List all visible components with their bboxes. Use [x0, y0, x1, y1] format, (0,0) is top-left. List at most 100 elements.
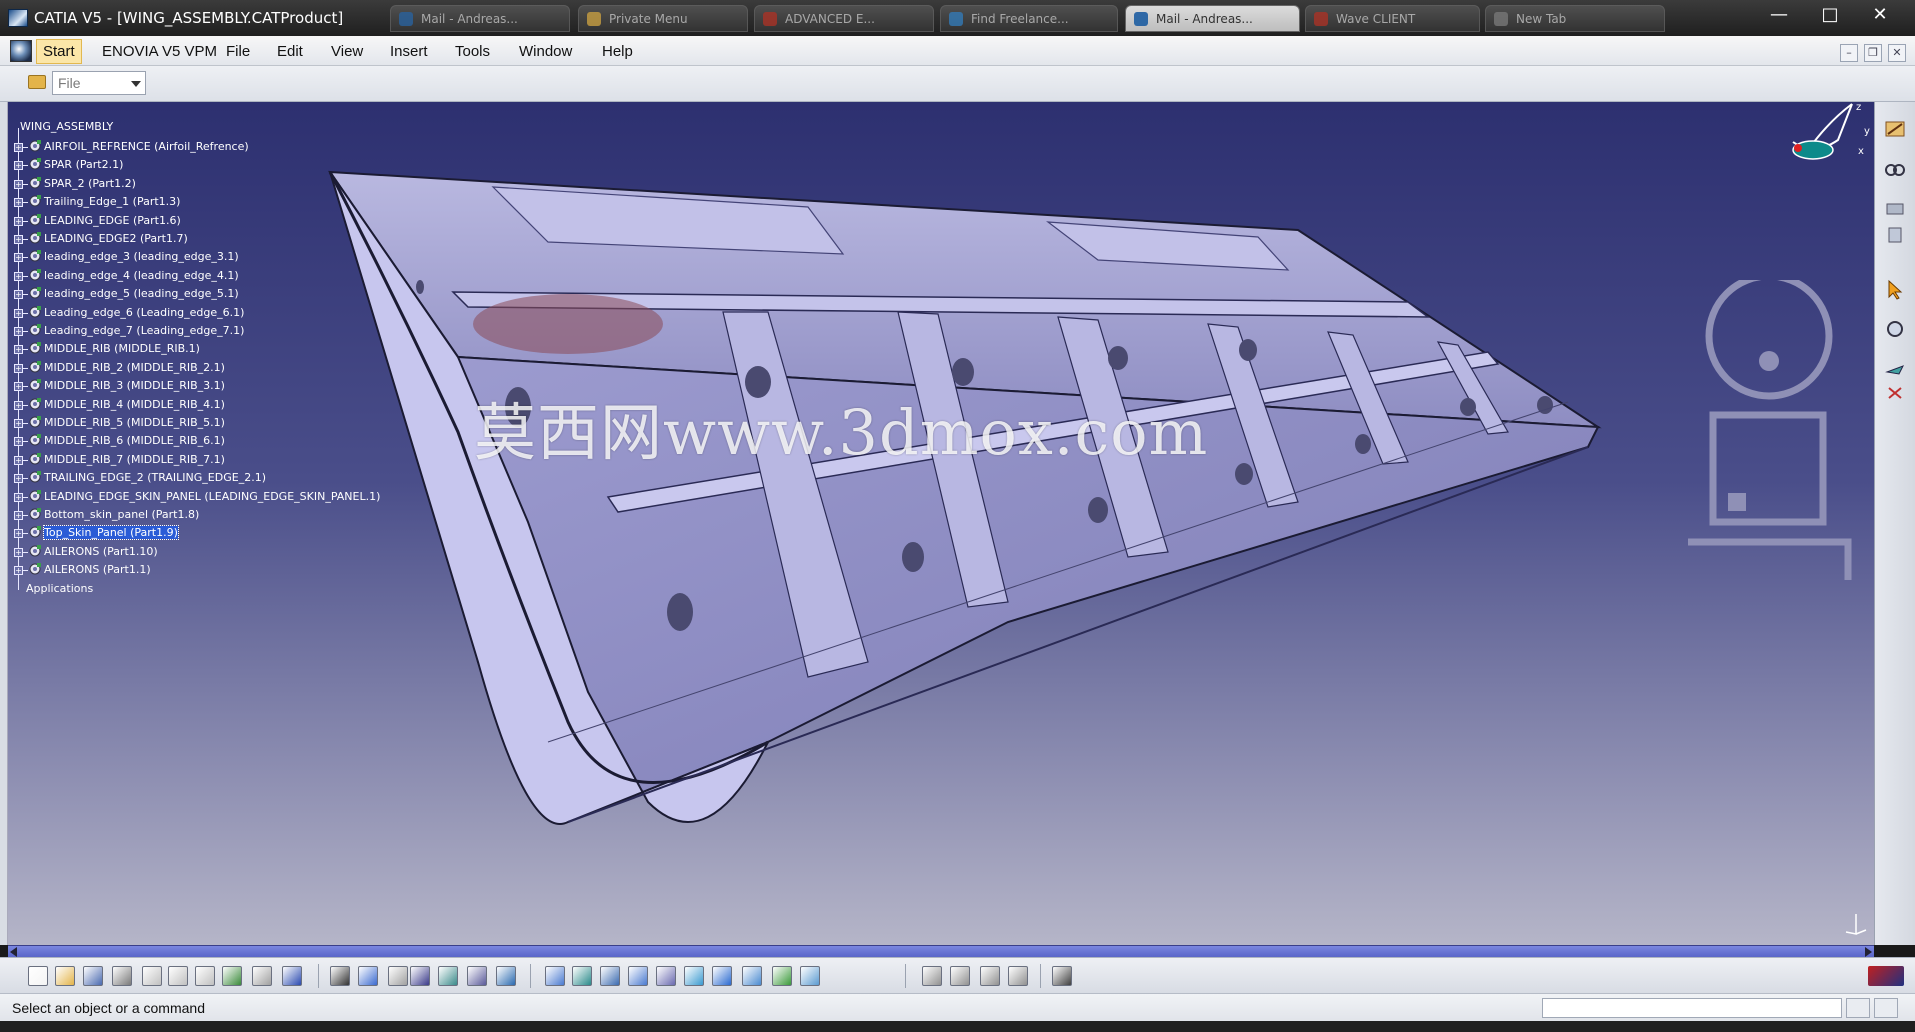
menu-tools[interactable]: Tools — [455, 43, 490, 60]
expand-plus-icon[interactable]: + — [14, 271, 23, 281]
rotate-dial-icon[interactable] — [1705, 280, 1833, 400]
paste-icon[interactable] — [195, 966, 215, 986]
background-tab[interactable]: Find Freelance... — [940, 5, 1118, 32]
bom-icon[interactable] — [496, 966, 516, 986]
table-icon[interactable] — [410, 966, 430, 986]
chevron-down-icon[interactable] — [131, 81, 141, 87]
compass-icon[interactable]: z y x — [1768, 102, 1874, 182]
fit-all-icon[interactable] — [545, 966, 565, 986]
hide-show-icon[interactable] — [772, 966, 792, 986]
close-button[interactable]: ✕ — [1858, 2, 1902, 30]
menu-help[interactable]: Help — [602, 43, 633, 60]
doc-minimize-button[interactable]: – — [1840, 44, 1858, 62]
whats-this-icon[interactable] — [282, 966, 302, 986]
rotate-dial-knob[interactable] — [1759, 351, 1779, 371]
power-input-field[interactable] — [1542, 998, 1842, 1018]
formula-icon[interactable] — [330, 966, 350, 986]
file-combo[interactable]: File — [52, 71, 146, 95]
constraint-b-icon[interactable] — [950, 966, 970, 986]
manipulate-icon[interactable] — [1883, 224, 1907, 246]
expand-plus-icon[interactable]: + — [14, 511, 23, 520]
expand-plus-icon[interactable]: + — [14, 566, 23, 576]
expand-plus-icon[interactable]: + — [14, 143, 23, 152]
menu-insert[interactable]: Insert — [390, 43, 428, 60]
status-button-left[interactable] — [1846, 998, 1870, 1018]
3d-viewport[interactable]: WING_ASSEMBLY + AIRFOIL_REFRENCE (Airfoil… — [8, 102, 1874, 945]
swap-space-icon[interactable] — [800, 966, 820, 986]
open-icon[interactable] — [55, 966, 75, 986]
scroll-left-arrow-icon[interactable] — [10, 947, 17, 957]
expand-plus-icon[interactable]: + — [14, 216, 23, 226]
iso-view-icon[interactable] — [712, 966, 732, 986]
rotate-icon[interactable] — [600, 966, 620, 986]
measure-icon[interactable] — [1883, 318, 1907, 340]
constraint-d-icon[interactable] — [1008, 966, 1028, 986]
expand-plus-icon[interactable]: + — [14, 308, 23, 318]
status-button-right[interactable] — [1874, 998, 1898, 1018]
expand-plus-icon[interactable]: + — [14, 437, 23, 447]
catalog-icon[interactable] — [467, 966, 487, 986]
tree-applications[interactable]: Applications — [26, 582, 93, 595]
select-pointer-icon[interactable] — [1883, 278, 1907, 300]
expand-plus-icon[interactable]: + — [14, 382, 23, 392]
zoom-out-icon[interactable] — [656, 966, 676, 986]
sketch-icon[interactable] — [1883, 118, 1907, 140]
tree-root-wing-assembly[interactable]: WING_ASSEMBLY — [20, 120, 113, 133]
fly-mode-icon[interactable] — [1883, 358, 1907, 380]
minimize-button[interactable]: — — [1757, 2, 1801, 30]
annotation-icon[interactable] — [358, 966, 378, 986]
background-tab[interactable]: Wave CLIENT — [1305, 5, 1480, 32]
expand-plus-icon[interactable]: + — [14, 327, 23, 336]
open-folder-icon[interactable] — [28, 75, 46, 89]
menu-file[interactable]: File — [226, 43, 250, 60]
expand-plus-icon[interactable]: + — [14, 529, 23, 539]
snap-icon[interactable] — [1883, 382, 1907, 404]
redo-icon[interactable] — [252, 966, 272, 986]
expand-plus-icon[interactable]: + — [14, 363, 23, 373]
expand-plus-icon[interactable]: + — [14, 161, 23, 171]
expand-plus-icon[interactable]: + — [14, 492, 23, 502]
background-tab[interactable]: Private Menu — [578, 5, 748, 32]
doc-restore-button[interactable]: ❐ — [1864, 44, 1882, 62]
capture-icon[interactable] — [1052, 966, 1072, 986]
maximize-button[interactable]: □ — [1808, 2, 1852, 30]
zoom-in-icon[interactable] — [628, 966, 648, 986]
expand-plus-icon[interactable]: + — [14, 474, 23, 484]
cut-icon[interactable] — [142, 966, 162, 986]
expand-plus-icon[interactable]: + — [14, 290, 23, 300]
wing-geometry[interactable] — [8, 102, 1874, 945]
horizontal-scrollbar[interactable] — [8, 945, 1874, 957]
menu-edit[interactable]: Edit — [277, 43, 303, 60]
scroll-right-arrow-icon[interactable] — [1865, 947, 1872, 957]
menu-view[interactable]: View — [331, 43, 363, 60]
constraint-a-icon[interactable] — [922, 966, 942, 986]
background-tab[interactable]: Mail - Andreas... — [390, 5, 570, 32]
print-icon[interactable] — [112, 966, 132, 986]
undo-icon[interactable] — [222, 966, 242, 986]
expand-plus-icon[interactable]: + — [14, 419, 23, 428]
expand-plus-icon[interactable]: + — [14, 455, 23, 465]
expand-plus-icon[interactable]: + — [14, 400, 23, 410]
menu-window[interactable]: Window — [519, 43, 572, 60]
assembly-tool-icon[interactable] — [1883, 198, 1907, 220]
background-tab[interactable]: New Tab — [1485, 5, 1665, 32]
menu-enovia[interactable]: ENOVIA V5 VPM — [102, 43, 217, 60]
normal-view-icon[interactable] — [684, 966, 704, 986]
expand-plus-icon[interactable]: + — [14, 235, 23, 244]
background-tab[interactable]: Mail - Andreas... — [1125, 5, 1300, 32]
light-icon[interactable] — [388, 966, 408, 986]
expand-plus-icon[interactable]: + — [14, 253, 23, 263]
tree-expand-icon[interactable] — [438, 966, 458, 986]
constraint-c-icon[interactable] — [980, 966, 1000, 986]
copy-icon[interactable] — [168, 966, 188, 986]
new-icon[interactable] — [28, 966, 48, 986]
menu-start[interactable]: Start — [36, 39, 82, 64]
shading-icon[interactable] — [742, 966, 762, 986]
expand-plus-icon[interactable]: + — [14, 198, 23, 208]
doc-close-button[interactable]: ✕ — [1888, 44, 1906, 62]
expand-plus-icon[interactable]: + — [14, 547, 23, 557]
background-tab[interactable]: ADVANCED E... — [754, 5, 934, 32]
pan-icon[interactable] — [572, 966, 592, 986]
save-icon[interactable] — [83, 966, 103, 986]
expand-plus-icon[interactable]: + — [14, 179, 23, 189]
